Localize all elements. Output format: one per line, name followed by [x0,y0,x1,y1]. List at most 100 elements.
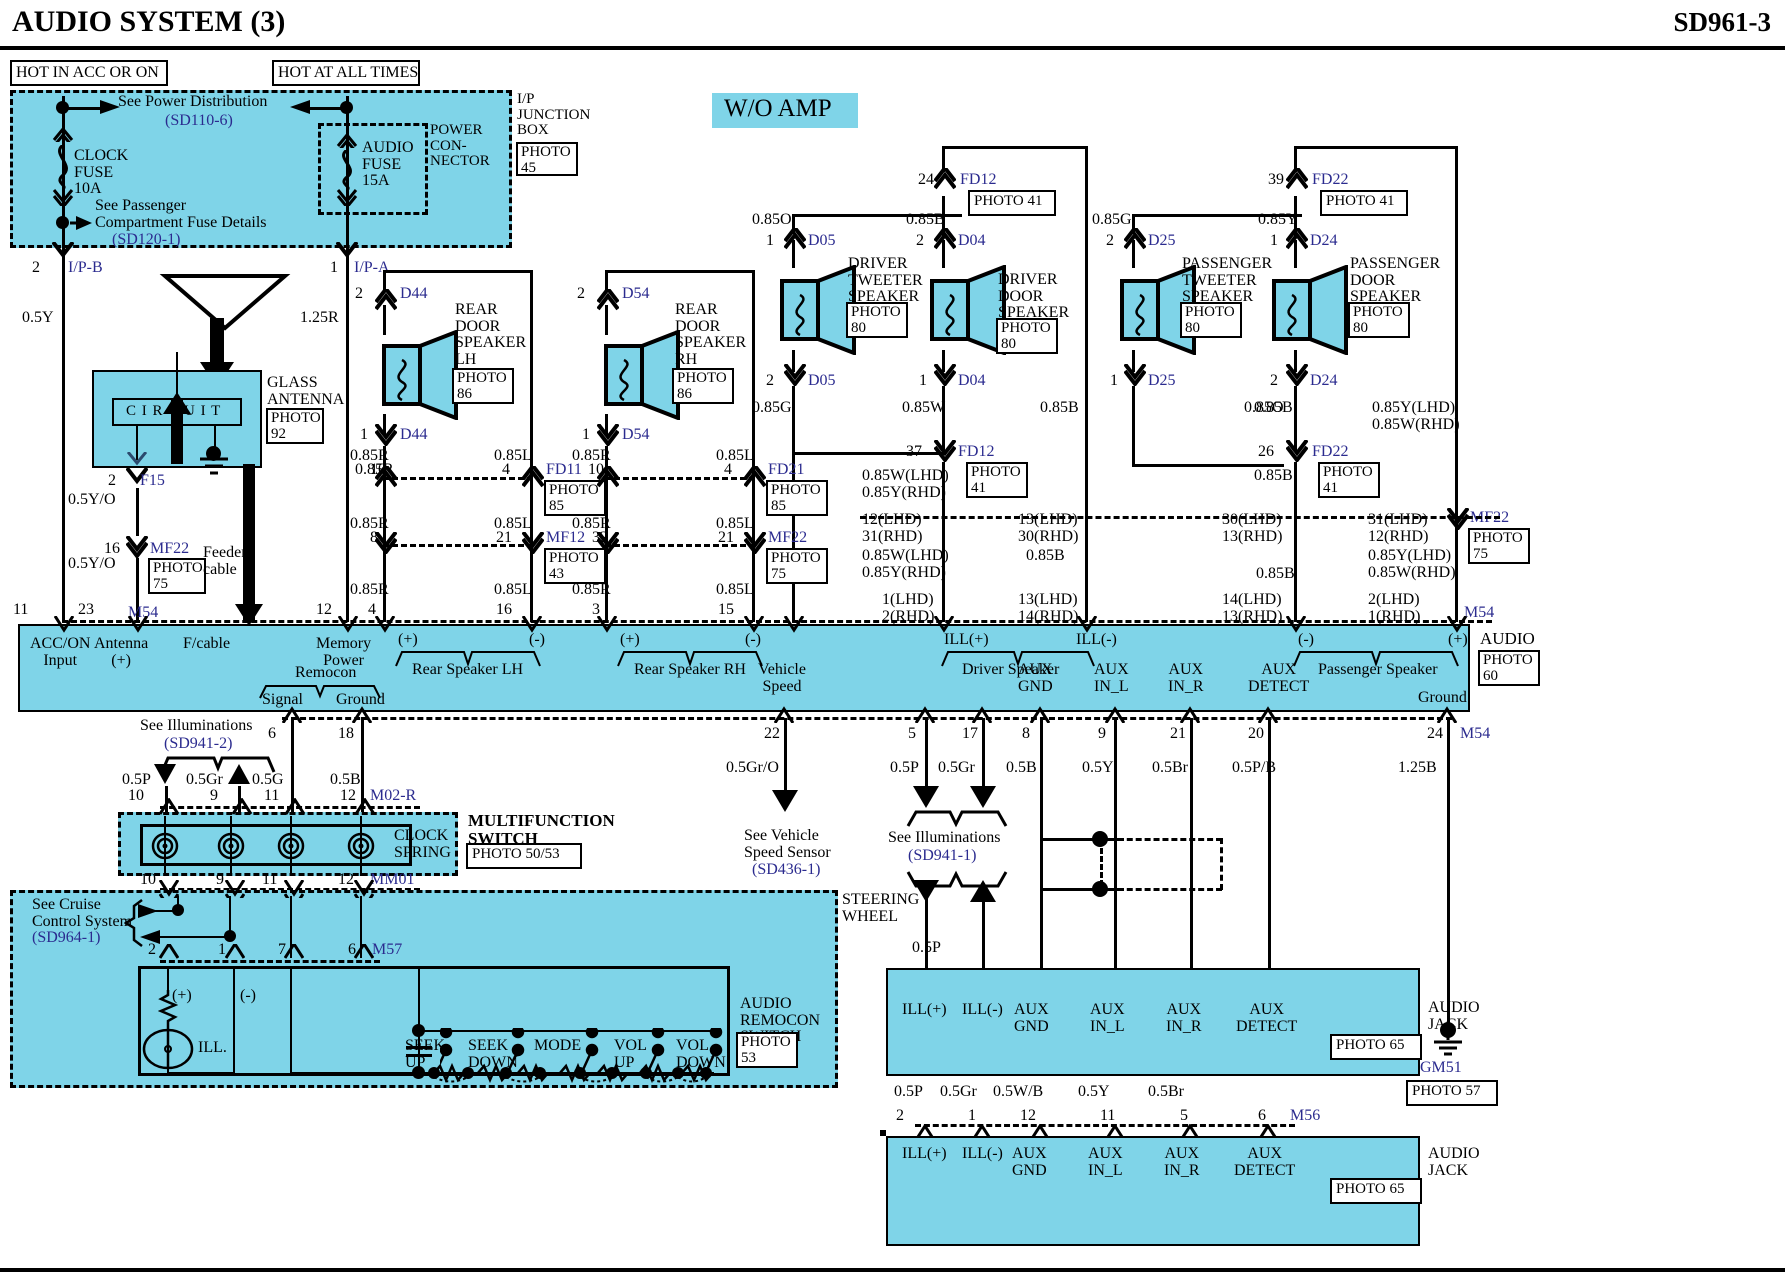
cruise-wire-2 [152,936,230,938]
connector-mf22-antenna-icon [126,536,148,558]
jack-wire-05wb: 0.5W/B [993,1083,1044,1100]
harness-dash-below-unit [282,717,1452,720]
jack2-term-aux-l: AUX IN_L [1088,1145,1123,1179]
jack2-term-aux-det: AUX DETECT [1234,1145,1296,1179]
jack2-term-ill-p: ILL(+) [902,1145,947,1162]
junction-dot-clock [56,101,69,114]
jack-pin-6: 6 [1258,1107,1266,1124]
m56-name: M56 [1290,1107,1321,1124]
photo80-ddr-label: PHOTO 80 [1001,320,1051,352]
cs-bot-pin-12: 12 [338,871,354,888]
harness-dash-1 [383,477,533,480]
connector-d04-bot-icon [934,364,956,386]
fd12-bot-pin: 37 [906,443,922,460]
term-chev-pas-m [1286,616,1306,633]
photo45-label: PHOTO 45 [521,144,571,176]
connector-d54-bot-icon [597,424,619,446]
chev-down-audio [336,189,358,206]
terminal-vehicle-speed: Vehicle Speed [758,661,806,695]
terminal-driver-minus: ILL(-) [1076,631,1117,648]
wire-fd22-to-unit [1294,462,1297,622]
jack-wire-05br: 0.5Br [1148,1083,1184,1100]
fd21-name: FD21 [768,461,805,478]
wire-085b-f: 0.85B [1256,565,1295,582]
wire-085l-6: 0.85L [716,581,754,598]
jack2-term-aux-gnd: AUX GND [1012,1145,1047,1179]
term-chev-pas-p [1447,616,1467,633]
see-passenger-fuse-ref: (SD120-1) [112,231,181,248]
harness-dash-m57 [160,960,380,963]
wire-ipb-to-acc [62,266,65,622]
photo75-antenna-box: PHOTO 75 [148,558,206,594]
group-driver: Driver Speaker [962,661,1060,678]
speaker-driver-door-label: DRIVER DOOR SPEAKER [998,271,1070,322]
wire-085yw-1: 0.85Y(LHD) 0.85W(RHD) [1372,399,1460,433]
d24-top-conn: D24 [1310,232,1338,249]
speaker-rear-rh-label: REAR DOOR SPEAKER RH [675,301,747,368]
connector-d05-bot-icon [784,364,806,386]
cs-bot-pin-9: 9 [216,871,224,888]
connector-d05-top-icon [784,228,806,250]
illum2-label: See Illuminations [140,717,253,734]
jack2-term-aux-r: AUX IN_R [1164,1145,1200,1179]
connector-d24-bot-icon [1286,364,1308,386]
wire-ill-p-upper [925,718,928,790]
wire-ipa-to-mem [346,266,349,622]
speaker-driver-tweeter-label: DRIVER TWEETER SPEAKER [848,255,923,306]
wire-05b-1: 0.5B [1006,759,1037,776]
wire-05pb: 0.5P/B [1232,759,1277,776]
remocon-minus: (-) [240,987,256,1004]
jack-wire-05gr: 0.5Gr [940,1083,977,1100]
wire-label-05y: 0.5Y [22,309,54,326]
term-chev-rrh-p [597,616,617,633]
power-connector-label: POWER CON- NECTOR [430,122,490,170]
mm01-chev-10 [159,880,179,898]
terminal-antenna: Antenna (+) [94,635,149,669]
d54-bot-conn: D54 [622,426,650,443]
f15-name: F15 [140,472,165,489]
d05-bot-pin: 2 [766,372,774,389]
photo75-right-label: PHOTO 75 [1473,530,1523,562]
m57-chev-2 [159,944,179,959]
fuse-symbol-audio [342,150,352,190]
fd12-top-name: FD12 [960,171,997,188]
wire-085g-b: 0.85G [752,399,792,416]
photo75-right-box: PHOTO 75 [1468,528,1530,564]
wire-f15-down [136,488,139,536]
m57-chev-7 [284,944,304,959]
group-passenger: Passenger Speaker [1318,661,1438,678]
wire-05p-3: 0.5P [912,939,941,956]
d54-bot-pin: 1 [582,426,590,443]
wire-125b: 1.25B [1398,759,1437,776]
spacer [880,1130,886,1136]
see-passenger-fuse-label-2: Compartment Fuse Details [95,214,267,231]
ground-pin: 24 [1427,725,1443,742]
wire-085r-6: 0.85R [572,581,611,598]
photo86-rh-box: PHOTO 86 [672,368,734,404]
auxr-pin: 21 [1170,725,1186,742]
wire-085l-1: 0.85L [494,447,532,464]
photo80-dtw-label: PHOTO 80 [851,304,901,336]
jack-wire-05p: 0.5P [894,1083,923,1100]
d54-top-pin: 2 [577,285,585,302]
jack-pin-5: 5 [1180,1107,1188,1124]
cruise-wire-v2 [229,896,231,938]
wire-auxgnd-v1 [1040,718,1043,838]
m02r-chev-11 [285,798,305,815]
lamp-ill-icon [142,1028,194,1070]
wire-d44-top-h [383,270,533,273]
m54-bottom: M54 [1460,725,1491,742]
d44-bot-conn: D44 [400,426,428,443]
aux-dash-h1 [1100,838,1222,841]
photo57-label: PHOTO 57 [1412,1083,1481,1099]
photo80-pdr-label: PHOTO 80 [1353,304,1403,336]
photo41-fd22bot-box: PHOTO 41 [1318,462,1380,498]
m02r-chev-9 [232,798,252,815]
speaker-passenger-tweeter-label: PASSENGER TWEETER SPEAKER [1182,255,1273,306]
wire-05p-1: 0.5P [890,759,919,776]
clock-fuse-label: CLOCK FUSE 10A [74,147,129,198]
cs-top-pin-11: 11 [264,787,280,804]
photo92-box: PHOTO 92 [266,408,324,444]
photo65-box2: PHOTO 65 [1330,1178,1422,1204]
ip-junction-box-label: I/P JUNCTION BOX [517,91,591,139]
